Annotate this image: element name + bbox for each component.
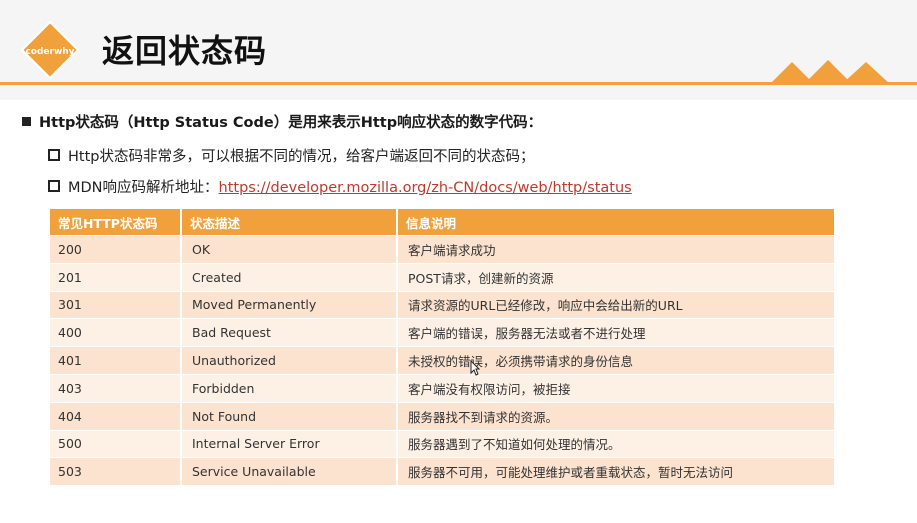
- header-code: 常见HTTP状态码: [50, 209, 182, 236]
- diamond-logo-icon: coderwhy: [20, 20, 80, 80]
- status-description-cell: Not Found: [181, 401, 398, 431]
- status-code-cell: 500: [50, 429, 182, 458]
- status-info-cell: 服务器找不到请求的资源。: [397, 401, 834, 431]
- table-row: 200 OK 客户端请求成功: [50, 235, 834, 264]
- table-row: 201 Created POST请求，创建新的资源: [50, 262, 834, 292]
- status-description-cell: Bad Request: [181, 318, 398, 347]
- hollow-square-bullet-icon: [48, 180, 60, 192]
- header-info: 信息说明: [397, 209, 834, 236]
- status-code-cell: 201: [50, 262, 182, 292]
- sub-bullet-1: Http状态码非常多，可以根据不同的情况，给客户端返回不同的状态码；: [48, 145, 534, 166]
- sub-bullet-2: MDN响应码解析地址：https://developer.mozilla.org…: [48, 176, 632, 197]
- table-row: 301 Moved Permanently 请求资源的URL已经修改，响应中会给…: [50, 290, 834, 319]
- status-info-cell: 客户端请求成功: [397, 235, 834, 264]
- status-description-cell: Moved Permanently: [181, 290, 398, 319]
- table-row: 404 Not Found 服务器找不到请求的资源。: [50, 401, 834, 431]
- logo-text: coderwhy: [25, 47, 74, 57]
- mouse-cursor-icon: [470, 360, 480, 376]
- status-info-cell: 未授权的错误，必须携带请求的身份信息: [397, 346, 834, 375]
- mdn-status-link[interactable]: https://developer.mozilla.org/zh-CN/docs…: [219, 180, 632, 196]
- status-description-cell: Created: [181, 262, 398, 292]
- status-code-cell: 301: [50, 290, 182, 319]
- table-row: 400 Bad Request 客户端的错误，服务器无法或者不进行处理: [50, 318, 834, 347]
- slide-title: 返回状态码: [102, 32, 268, 70]
- table-row: 503 Service Unavailable 服务器不可用，可能处理维护或者重…: [50, 457, 834, 486]
- status-description-cell: Internal Server Error: [181, 429, 398, 458]
- status-description-cell: Forbidden: [181, 373, 398, 403]
- table-row: 403 Forbidden 客户端没有权限访问，被拒接: [50, 373, 834, 403]
- sub-bullet-2-prefix: MDN响应码解析地址：: [68, 180, 219, 196]
- table-row: 500 Internal Server Error 服务器遇到了不知道如何处理的…: [50, 429, 834, 458]
- status-info-cell: POST请求，创建新的资源: [397, 262, 834, 292]
- table-row: 401 Unauthorized 未授权的错误，必须携带请求的身份信息: [50, 346, 834, 375]
- status-description-cell: Service Unavailable: [181, 457, 398, 486]
- status-code-cell: 200: [50, 235, 182, 264]
- status-info-cell: 服务器遇到了不知道如何处理的情况。: [397, 429, 834, 458]
- status-code-cell: 503: [50, 457, 182, 486]
- status-code-cell: 401: [50, 346, 182, 375]
- status-code-cell: 403: [50, 373, 182, 403]
- status-info-cell: 客户端没有权限访问，被拒接: [397, 373, 834, 403]
- status-code-table: 常见HTTP状态码 状态描述 信息说明 200 OK 客户端请求成功 201 C…: [50, 209, 834, 486]
- filled-square-bullet-icon: [22, 116, 31, 126]
- status-info-cell: 客户端的错误，服务器无法或者不进行处理: [397, 318, 834, 347]
- header-description: 状态描述: [181, 209, 398, 236]
- status-description-cell: Unauthorized: [181, 346, 398, 375]
- table-header-row: 常见HTTP状态码 状态描述 信息说明: [50, 209, 834, 236]
- main-bullet: Http状态码（Http Status Code）是用来表示Http响应状态的数…: [22, 111, 542, 132]
- main-bullet-text: Http状态码（Http Status Code）是用来表示Http响应状态的数…: [39, 115, 543, 131]
- sub-bullet-1-text: Http状态码非常多，可以根据不同的情况，给客户端返回不同的状态码；: [68, 149, 535, 165]
- status-description-cell: OK: [181, 235, 398, 264]
- status-info-cell: 服务器不可用，可能处理维护或者重载状态，暂时无法访问: [397, 457, 834, 486]
- status-code-cell: 404: [50, 401, 182, 431]
- status-code-cell: 400: [50, 318, 182, 347]
- hollow-square-bullet-icon: [48, 149, 60, 161]
- mountains-icon: [770, 60, 890, 84]
- status-info-cell: 请求资源的URL已经修改，响应中会给出新的URL: [397, 290, 834, 319]
